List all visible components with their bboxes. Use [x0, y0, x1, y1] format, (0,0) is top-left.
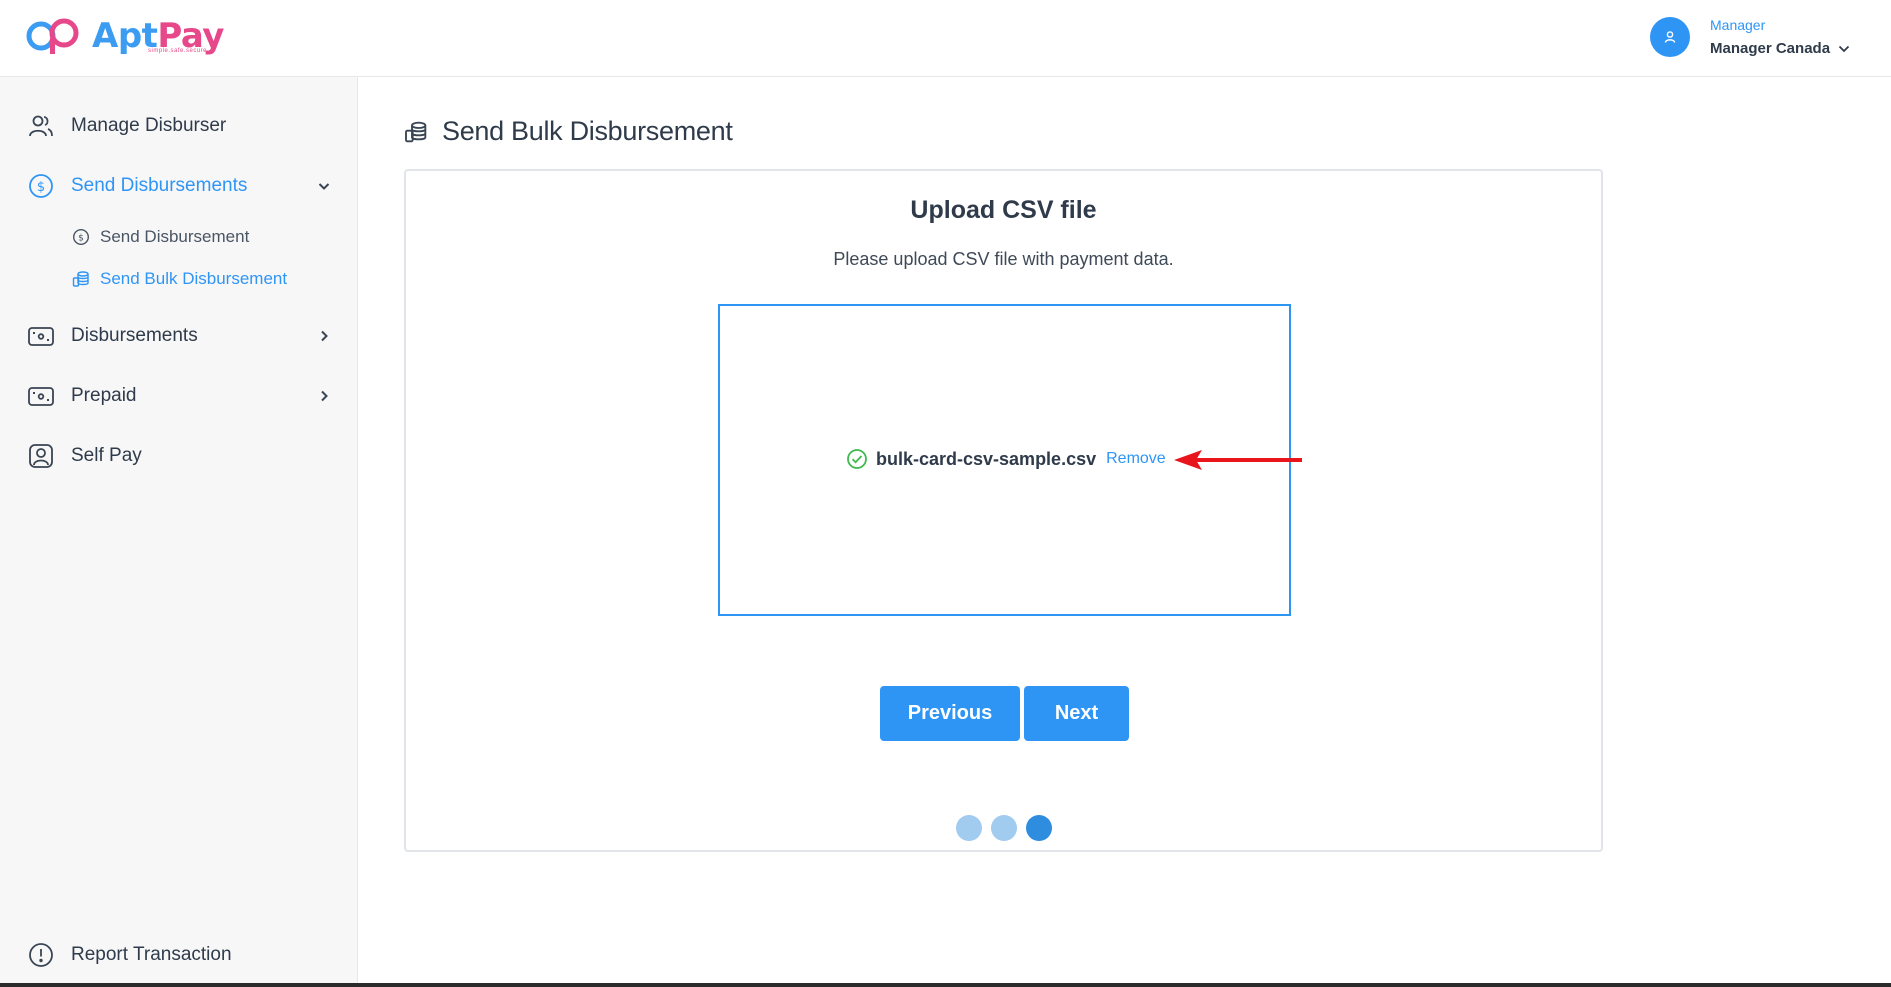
sidebar-subitem-send-disbursement[interactable]: $ Send Disbursement — [72, 225, 249, 249]
page-title: Send Bulk Disbursement — [404, 116, 733, 147]
sidebar-item-label: Self Pay — [71, 445, 142, 466]
user-name: Manager Canada — [1710, 40, 1831, 57]
sidebar-item-label: Report Transaction — [71, 944, 232, 965]
sidebar-item-report-transaction[interactable]: Report Transaction — [26, 940, 332, 970]
bottom-bar — [0, 983, 1891, 987]
svg-text:$: $ — [37, 180, 45, 195]
coins-stack-icon — [72, 271, 89, 287]
chevron-down-icon — [1838, 45, 1850, 53]
file-name: bulk-card-csv-sample.csv — [876, 448, 1097, 469]
logo-tagline: simple.safe.secure — [148, 48, 208, 54]
page-title-text: Send Bulk Disbursement — [442, 116, 733, 146]
sidebar-item-disbursements[interactable]: Disbursements — [26, 321, 332, 351]
sidebar: Manage Disburser $ Send Disbursements $ … — [0, 77, 358, 987]
top-header: AptPay simple.safe.secure Manager Manage… — [0, 0, 1891, 77]
card-subtitle: Please upload CSV file with payment data… — [833, 249, 1174, 269]
chevron-right-icon — [321, 390, 328, 402]
sidebar-item-manage-disburser[interactable]: Manage Disburser — [26, 111, 332, 141]
alert-circle-icon — [26, 940, 56, 970]
cash-icon — [26, 321, 56, 351]
remove-file-link[interactable]: Remove — [1106, 450, 1166, 468]
chevron-right-icon — [321, 330, 328, 342]
annotation-arrow-icon — [1174, 450, 1302, 470]
sidebar-subitem-send-bulk-disbursement[interactable]: Send Bulk Disbursement — [72, 267, 287, 291]
avatar[interactable] — [1650, 17, 1690, 57]
cash-icon — [26, 381, 56, 411]
check-circle-icon — [847, 449, 867, 469]
step-dot — [956, 815, 982, 841]
step-indicator — [956, 815, 1061, 841]
upload-card: Upload CSV file Please upload CSV file w… — [404, 169, 1603, 852]
user-badge-icon — [26, 441, 56, 471]
sidebar-item-self-pay[interactable]: Self Pay — [26, 441, 332, 471]
user-menu[interactable]: Manager Manager Canada — [1650, 16, 1850, 58]
uploaded-file: bulk-card-csv-sample.csv Remove — [846, 448, 1166, 470]
previous-button[interactable]: Previous — [880, 686, 1020, 741]
card-title: Upload CSV file — [910, 196, 1097, 224]
logo-mark-icon — [26, 18, 79, 54]
step-dot-active — [1026, 815, 1052, 841]
sidebar-item-prepaid[interactable]: Prepaid — [26, 381, 332, 411]
user-name-dropdown[interactable]: Manager Canada — [1710, 40, 1850, 58]
sidebar-item-label: Prepaid — [71, 385, 137, 406]
users-icon — [26, 111, 56, 141]
user-icon — [1664, 31, 1676, 43]
coins-stack-icon — [405, 121, 427, 142]
sidebar-item-label: Manage Disburser — [71, 115, 227, 136]
dollar-circle-icon: $ — [72, 228, 90, 246]
sidebar-subitem-label: Send Disbursement — [100, 227, 250, 246]
aptpay-logo[interactable]: AptPay simple.safe.secure — [26, 14, 224, 58]
svg-text:$: $ — [78, 234, 84, 244]
sidebar-item-label: Send Disbursements — [71, 175, 248, 196]
step-dot — [991, 815, 1017, 841]
next-button[interactable]: Next — [1024, 686, 1129, 741]
sidebar-item-send-disbursements[interactable]: $ Send Disbursements — [26, 171, 332, 201]
chevron-down-icon — [318, 183, 330, 190]
sidebar-subitem-label: Send Bulk Disbursement — [100, 269, 288, 288]
dollar-circle-icon: $ — [26, 171, 56, 201]
user-role: Manager — [1710, 17, 1766, 33]
sidebar-item-label: Disbursements — [71, 325, 198, 346]
